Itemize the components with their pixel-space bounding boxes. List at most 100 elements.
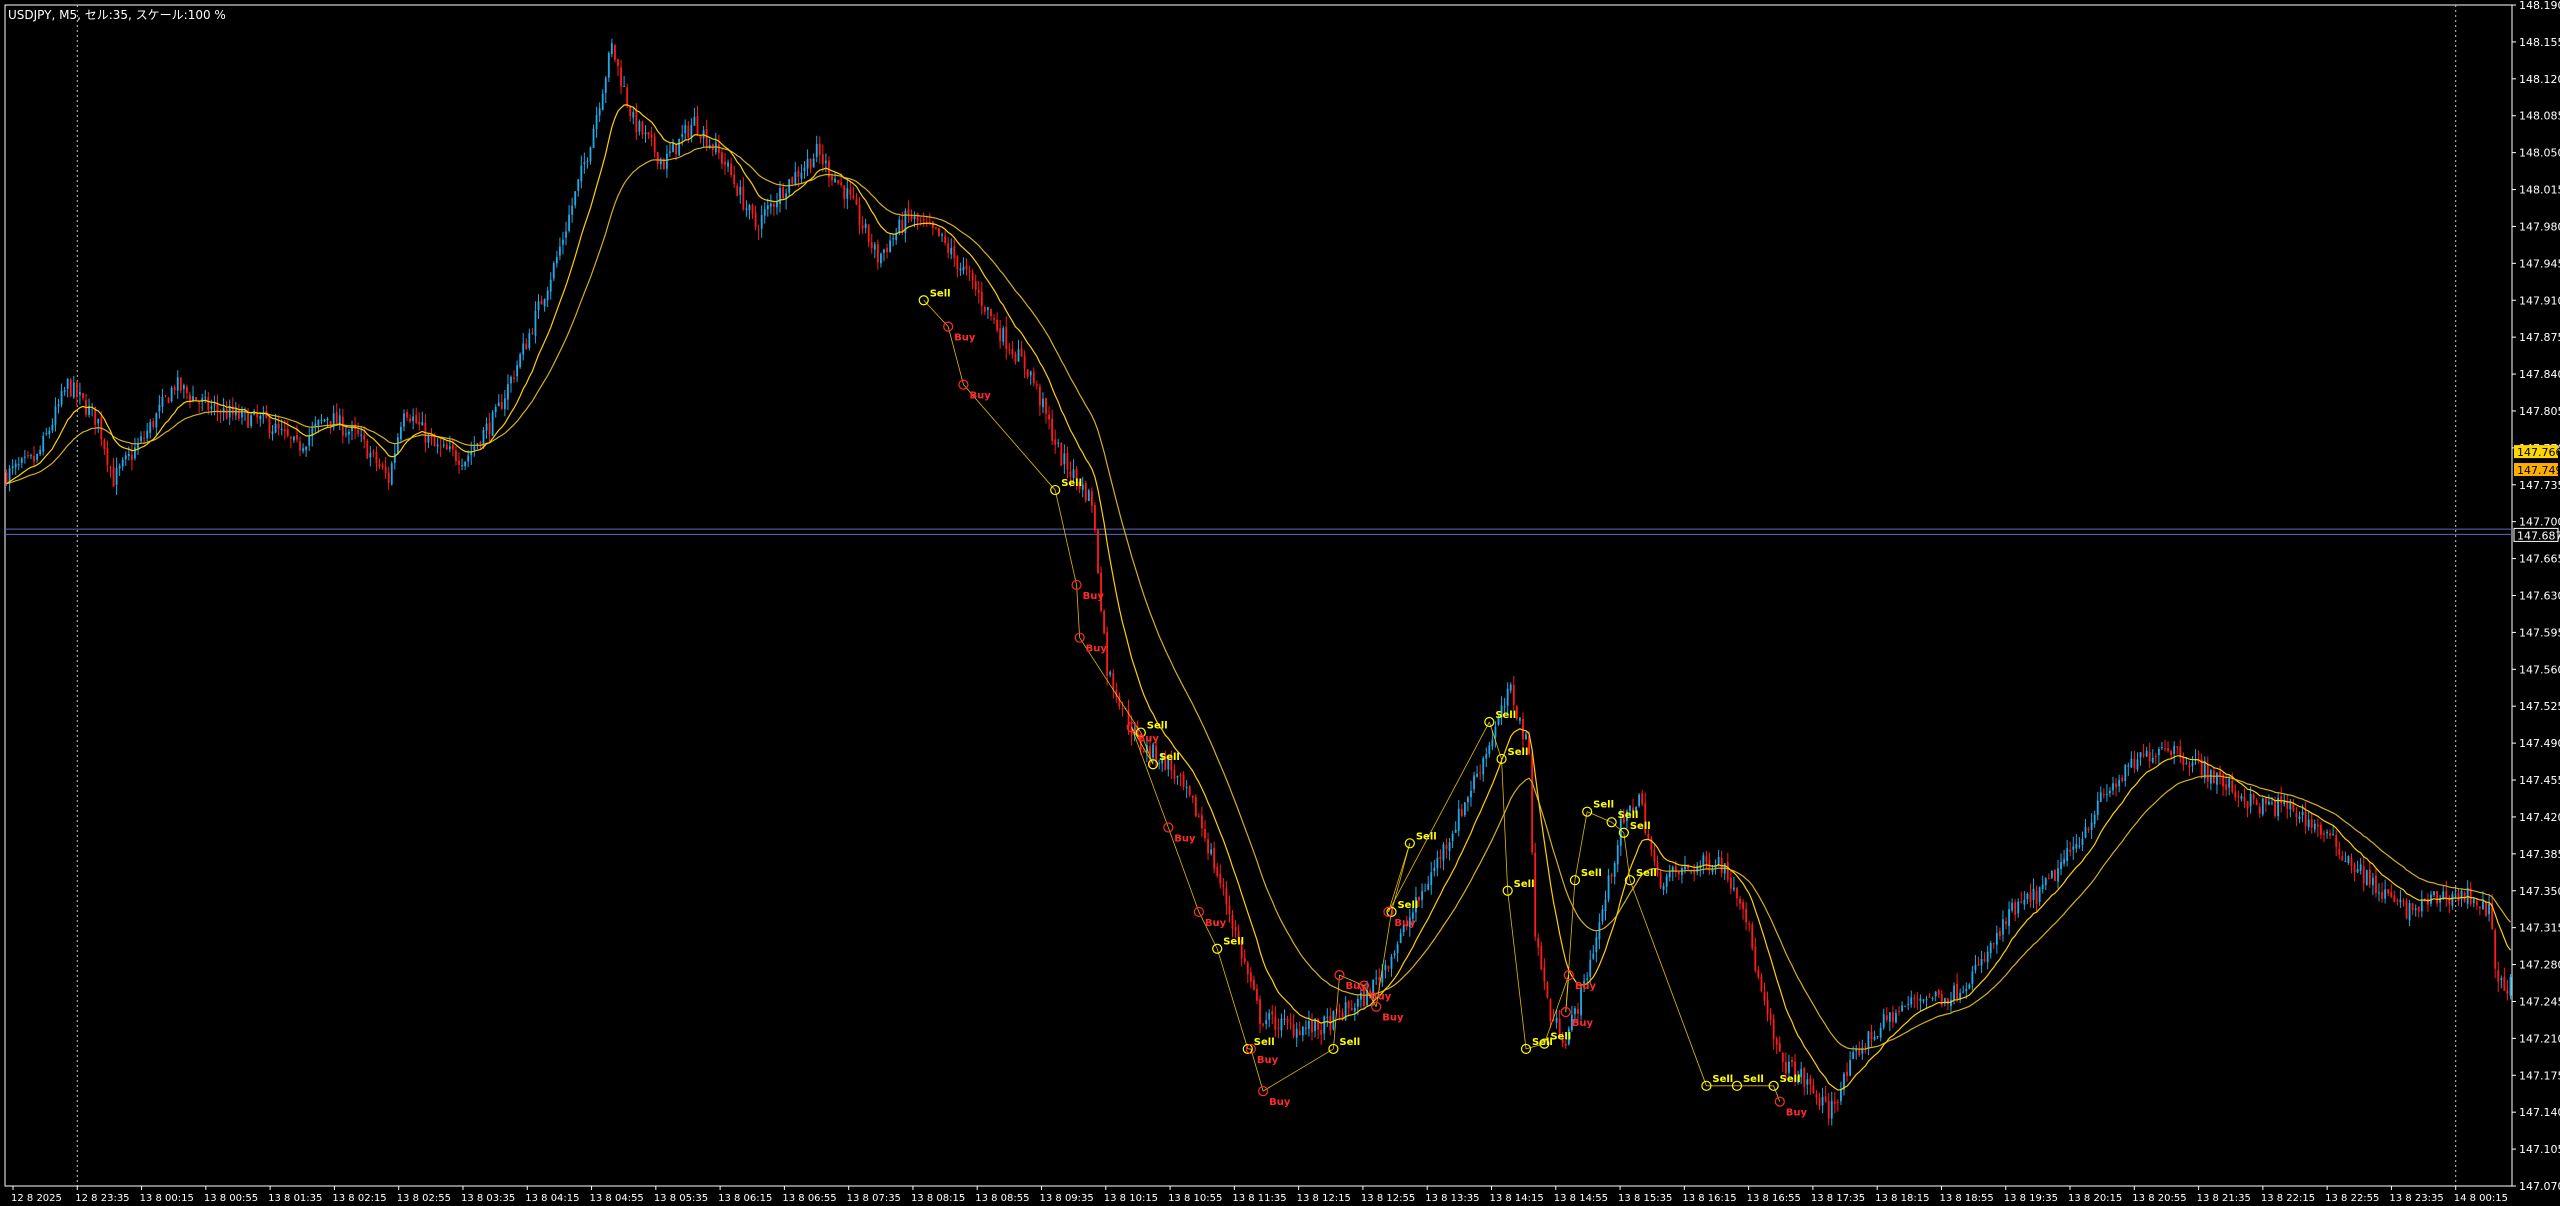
candle-body	[207, 397, 210, 410]
candle-body	[580, 165, 583, 182]
candle-body	[2041, 884, 2044, 890]
candle-body	[167, 397, 170, 404]
candle-body	[950, 247, 953, 255]
candle-body	[922, 219, 925, 221]
candle-body	[812, 158, 815, 168]
buy-signal-label: Buy	[969, 391, 991, 402]
signal-connector-line	[1388, 721, 1490, 913]
candle-body	[1460, 809, 1463, 817]
price-tag-label: 147.766	[2517, 446, 2560, 459]
candle-body	[451, 444, 454, 450]
moving-average-fast-line	[6, 104, 2511, 1091]
candle-body	[1051, 418, 1054, 441]
candle-body	[1454, 829, 1457, 833]
candle-body	[491, 411, 494, 436]
candle-body	[1259, 999, 1261, 1024]
candle-body	[161, 396, 164, 407]
candle-body	[1901, 1005, 1903, 1012]
candle-body	[1304, 1027, 1307, 1029]
candle-body	[1977, 964, 1980, 966]
x-axis-tick-label: 13 8 16:55	[1747, 1193, 1801, 1204]
candle-body	[1518, 717, 1521, 721]
candle-body	[1601, 909, 1604, 922]
x-axis-tick-label: 13 8 08:15	[911, 1193, 965, 1204]
candle-body	[1998, 931, 2001, 937]
candle-body	[1986, 951, 1989, 962]
candle-body	[390, 463, 393, 485]
buy-signal-label: Buy	[1138, 733, 1160, 744]
sell-signal-label: Sell	[1147, 721, 1168, 732]
candle-body	[1812, 1085, 1815, 1094]
candle-body	[684, 125, 687, 134]
candle-body	[2378, 892, 2380, 894]
candle-body	[296, 435, 298, 440]
candle-body	[791, 177, 794, 184]
candle-body	[2436, 891, 2439, 904]
candle-body	[283, 429, 286, 432]
candle-body	[1922, 999, 1925, 1001]
candle-body	[1910, 997, 1913, 1005]
candle-body	[360, 434, 363, 436]
candle-body	[1249, 972, 1252, 982]
candle-body	[962, 266, 965, 271]
candle-body	[250, 415, 253, 427]
price-chart[interactable]: SellBuyBuySellBuyBuySellSellBuyBuyBuySel…	[0, 0, 2560, 1206]
candle-body	[69, 379, 72, 397]
candle-body	[170, 387, 173, 402]
candle-body	[916, 213, 919, 221]
candle-body	[2396, 900, 2399, 902]
candle-body	[1038, 386, 1041, 406]
candle-body	[1503, 706, 1506, 708]
candle-body	[2112, 783, 2114, 791]
candle-body	[1916, 998, 1919, 1000]
x-axis-tick-label: 13 8 04:15	[525, 1193, 579, 1204]
candle-body	[2008, 909, 2010, 927]
candle-body	[2350, 857, 2353, 866]
candle-body	[901, 219, 904, 232]
candle-body	[2231, 780, 2234, 792]
candle-body	[1904, 1005, 1907, 1007]
candle-body	[2142, 754, 2145, 756]
y-axis-tick-label: 147.840	[2519, 368, 2560, 381]
candle-body	[1684, 866, 1686, 870]
candle-body	[1775, 1038, 1778, 1046]
candle-body	[540, 300, 543, 305]
candle-body	[2161, 747, 2163, 749]
candle-body	[1962, 991, 1965, 993]
candle-body	[182, 385, 185, 389]
candle-body	[2268, 801, 2270, 805]
candle-body	[1194, 797, 1197, 817]
candle-body	[861, 224, 864, 229]
candle-body	[2329, 833, 2332, 836]
candle-body	[1081, 484, 1084, 490]
candle-body	[855, 198, 858, 205]
candle-body	[2433, 891, 2435, 896]
candle-body	[2475, 901, 2478, 906]
candle-body	[1301, 1026, 1304, 1036]
candle-body	[33, 456, 35, 462]
x-axis-tick-label: 14 8 00:15	[2454, 1193, 2508, 1204]
y-axis-tick-label: 147.980	[2519, 220, 2560, 233]
candle-body	[1445, 845, 1448, 849]
candle-body	[1732, 887, 1735, 890]
candle-body	[1818, 1098, 1821, 1106]
candle-body	[1757, 969, 1760, 977]
candle-body	[867, 224, 870, 242]
x-axis-tick-label: 13 8 13:35	[1425, 1193, 1479, 1204]
candle-body	[1742, 902, 1745, 910]
candle-body	[809, 158, 812, 169]
chart-root[interactable]: Sell Buy Buy Sell Buy Buy Sell Sell Buy Buy Buy Sel…	[0, 0, 2560, 1206]
candle-body	[2301, 811, 2304, 816]
candle-body	[2405, 900, 2408, 919]
candle-body	[1268, 1012, 1271, 1020]
candle-body	[2075, 844, 2078, 849]
candle-body	[149, 422, 152, 433]
y-axis-tick-label: 147.105	[2519, 1143, 2560, 1156]
candle-body	[1185, 786, 1188, 788]
candle-body	[1246, 962, 1249, 975]
candle-body	[20, 458, 23, 463]
candle-body	[2323, 833, 2325, 835]
x-axis-tick-label: 13 8 19:35	[2004, 1193, 2058, 1204]
candle-body	[2411, 903, 2414, 911]
candle-body	[2500, 978, 2503, 980]
